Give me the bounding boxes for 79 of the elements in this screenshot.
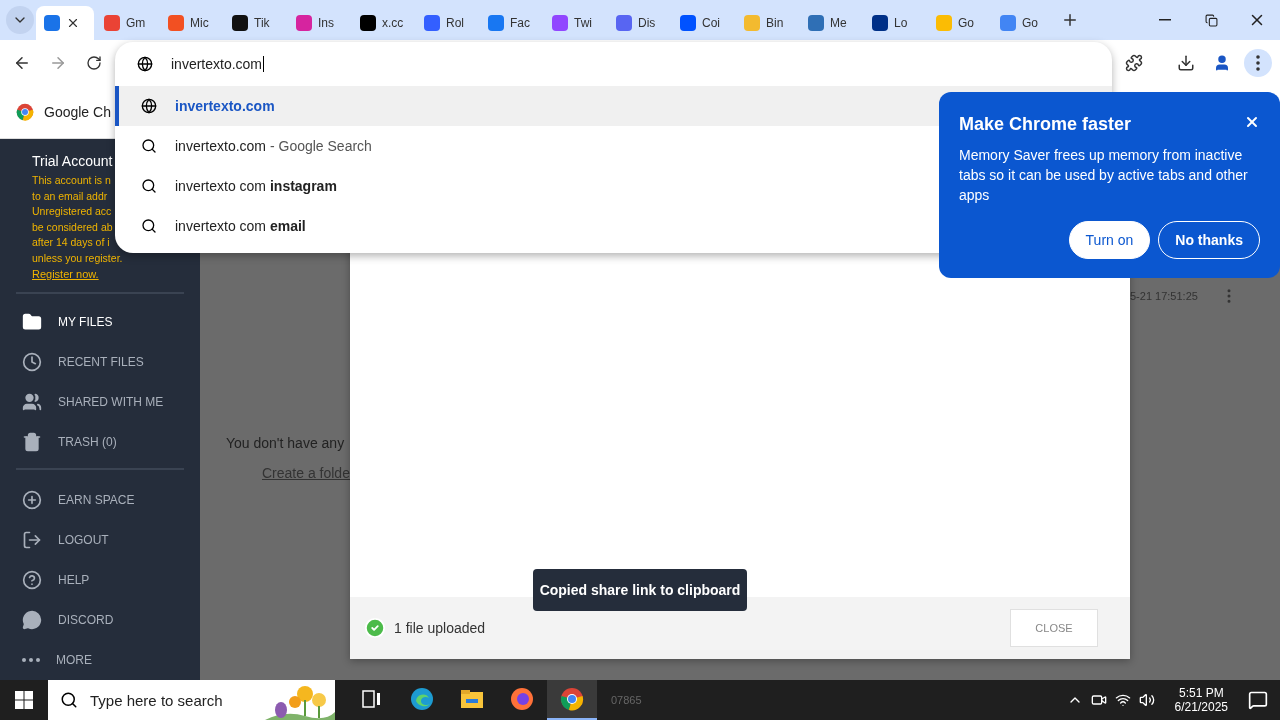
close-button[interactable] xyxy=(1244,114,1260,130)
browser-tab[interactable]: Mic xyxy=(160,6,222,40)
sidebar-item[interactable]: HELP xyxy=(16,560,184,600)
volume-icon[interactable] xyxy=(1138,692,1155,708)
menu-button[interactable] xyxy=(1244,48,1272,77)
browser-tab[interactable]: Tik xyxy=(224,6,286,40)
notifications-icon[interactable] xyxy=(1248,690,1268,710)
close-icon xyxy=(1244,114,1260,130)
more-icon xyxy=(22,658,40,662)
network-icon[interactable] xyxy=(1114,692,1131,708)
turn-on-button[interactable]: Turn on xyxy=(1068,221,1151,259)
infobar-text: Google Ch xyxy=(44,103,111,120)
folder-icon xyxy=(22,312,42,332)
browser-icon xyxy=(560,687,584,711)
sidebar-item[interactable]: SHARED WITH ME xyxy=(16,382,184,422)
plus-icon xyxy=(1061,11,1079,29)
browser-tab[interactable]: Bin xyxy=(736,6,798,40)
logout-icon xyxy=(22,530,42,550)
camera-icon[interactable] xyxy=(1090,692,1107,708)
browser-tab[interactable]: Dis xyxy=(608,6,670,40)
browser-tab[interactable]: Me xyxy=(800,6,862,40)
sidebar-item[interactable]: MY FILES xyxy=(16,302,184,342)
task-view-icon xyxy=(362,690,382,708)
browser-logo-icon xyxy=(16,102,34,121)
globe-icon xyxy=(141,98,157,114)
sidebar-item[interactable]: LOGOUT xyxy=(16,520,184,560)
globe-icon xyxy=(137,56,153,72)
puzzle-icon xyxy=(1125,53,1143,72)
help-icon xyxy=(22,570,42,590)
check-icon xyxy=(364,617,386,639)
taskbar-app[interactable] xyxy=(547,680,597,720)
search-icon xyxy=(60,691,78,709)
taskbar-search-field[interactable]: Type here to search xyxy=(48,680,335,720)
windows-logo-icon xyxy=(15,691,33,709)
browser-tab[interactable] xyxy=(36,6,94,40)
browser-tab[interactable]: Gm xyxy=(96,6,158,40)
sidebar-item[interactable]: TRASH (0) xyxy=(16,422,184,462)
search-icon xyxy=(141,138,157,154)
sidebar-item[interactable]: DISCORD xyxy=(16,600,184,640)
tab-search-button[interactable] xyxy=(6,6,34,34)
close-tab-icon[interactable] xyxy=(66,16,80,30)
trial-title: Trial Account xyxy=(31,153,114,169)
browser-tab[interactable]: x.cc xyxy=(352,6,414,40)
clock-icon xyxy=(22,352,42,372)
minimize-icon xyxy=(1159,19,1171,21)
search-icon xyxy=(141,178,157,194)
taskbar-clock[interactable]: 5:51 PM 6/21/2025 xyxy=(1174,686,1228,714)
person-icon xyxy=(1213,53,1231,72)
sidebar-item[interactable]: EARN SPACE xyxy=(16,480,184,520)
chat-icon xyxy=(22,610,42,630)
browser-tab[interactable]: Go xyxy=(992,6,1054,40)
folder-icon xyxy=(460,689,484,709)
reload-icon xyxy=(86,54,102,71)
close-button[interactable]: CLOSE xyxy=(1010,609,1098,647)
trial-notice: unless you register. xyxy=(32,250,123,266)
empty-message: You don't have any xyxy=(226,435,346,451)
browser-tab[interactable]: Twi xyxy=(544,6,606,40)
restore-icon xyxy=(1204,13,1218,27)
people-icon xyxy=(22,392,42,412)
sidebar-item[interactable]: RECENT FILES xyxy=(16,342,184,382)
browser-tab[interactable]: Lo xyxy=(864,6,926,40)
address-field[interactable]: invertexto.com xyxy=(115,42,1112,86)
trash-icon xyxy=(22,432,42,452)
browser-tab[interactable]: Rol xyxy=(416,6,478,40)
upload-status: 1 file uploaded xyxy=(394,620,486,636)
sidebar-item[interactable]: MORE xyxy=(16,640,184,680)
browser-tab[interactable]: Coi xyxy=(672,6,734,40)
search-icon xyxy=(141,218,157,234)
bubble-text: Memory Saver frees up memory from inactive tabs so it can be used by active tabs and other apps xyxy=(959,146,1249,205)
browser-tab[interactable]: Ins xyxy=(288,6,350,40)
browser-icon xyxy=(510,687,534,711)
register-link[interactable]: Register now. xyxy=(32,266,99,282)
edge-icon xyxy=(410,687,434,711)
browser-tab[interactable]: Fac xyxy=(480,6,542,40)
toast: Copied share link to clipboard xyxy=(533,569,747,611)
browser-tab[interactable]: Go xyxy=(928,6,990,40)
download-icon xyxy=(1177,53,1195,72)
menu-icon xyxy=(1256,54,1260,71)
plus-circle-icon xyxy=(22,490,42,510)
